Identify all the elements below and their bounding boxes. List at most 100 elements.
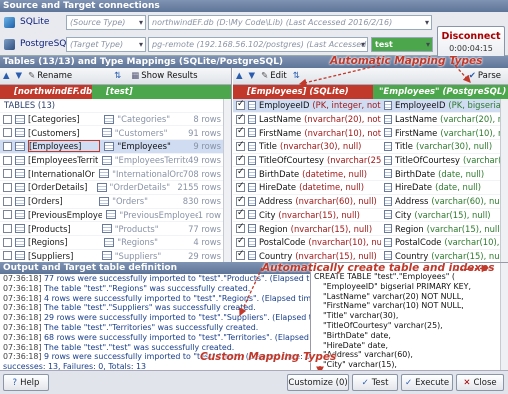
column-mapping-row[interactable]: City(nvarchar(15), null)City(varchar(15)… [233,209,508,223]
help-icon: ? [12,377,18,388]
table-row[interactable]: [Customers] "Customers" 91 rows [0,126,231,141]
log-list: 07:36:18] 77 rows were successfully impo… [0,274,310,362]
table-icon [99,196,110,206]
close-icon: ✕ [463,377,471,388]
table-row[interactable]: [Products] "Products" 77 rows [0,222,231,236]
column-icon [248,128,256,138]
customize-button[interactable]: Customize (0) [287,374,349,391]
nav-down-icon[interactable]: ▼ [246,71,259,81]
table-row[interactable]: [Orders] "Orders" 830 rows [0,195,231,209]
source-table-name: [PreviousEmployees] [28,209,103,220]
source-type-select[interactable]: (Source Type) [66,15,146,30]
edit-button[interactable]: ✎ Edit [258,71,290,81]
sql-scrollbar[interactable] [500,263,508,371]
column-checkbox[interactable] [236,236,245,247]
column-checkbox[interactable] [236,195,245,206]
source-column-type: (nvarchar(10), not null) [304,127,381,138]
target-schema-select[interactable]: test [371,37,433,52]
column-mapping-row[interactable]: PostalCode(nvarchar(10), null)PostalCode… [233,236,508,250]
nav-up-icon[interactable]: ▲ [233,71,246,81]
log-entry: 07:36:18] 4 rows were successfully impor… [0,294,310,304]
table-checkbox[interactable] [3,251,12,261]
source-connection-select[interactable]: northwindEF.db (D:\My Code\Lib) (Last Ac… [148,15,432,30]
source-db-label [4,15,18,30]
table-icon [15,114,25,124]
table-sort-icon[interactable]: ⇅ [111,71,124,81]
table-checkbox[interactable] [3,237,12,247]
table-checkbox[interactable] [3,141,12,151]
column-mapping-row[interactable]: EmployeeID(PK, integer, not null)Employe… [233,99,508,113]
target-table-column: "Employees" (PostgreSQL) [373,85,508,99]
column-checkbox[interactable] [236,99,245,110]
target-connection-value: pg-remote (192.168.56.102/postgres) (Las… [152,40,367,49]
table-row[interactable]: [InternationalOrders] "InternationalOrder… [0,167,231,182]
annotation-auto-mapping: Automatic Mapping Types [330,55,483,67]
source-column-type: (nvarchar(15), null) [295,250,377,261]
table-icon [99,169,110,179]
column-checkbox[interactable] [236,181,245,192]
target-column-name: Title [395,141,413,152]
table-icon [15,128,25,138]
column-checkbox[interactable] [236,154,245,165]
table-icon [15,210,25,220]
table-checkbox[interactable] [3,114,12,124]
column-mapping-row[interactable]: FirstName(nvarchar(10), not null)FirstNa… [233,126,508,141]
table-checkbox[interactable] [3,196,12,206]
table-definition: CREATE TABLE "test"."Employees" ("Employ… [310,262,508,379]
column-checkbox[interactable] [236,222,245,234]
test-icon: ✓ [361,377,369,388]
table-row[interactable]: [Regions] "Regions" 4 rows [0,236,231,250]
source-column-name: HireDate [259,182,297,193]
table-checkbox[interactable] [3,224,12,234]
table-checkbox[interactable] [3,210,12,220]
column-mapping-row[interactable]: LastName(nvarchar(20), not null)LastName… [233,113,508,127]
table-checkbox[interactable] [3,169,12,179]
sql-list: CREATE TABLE "test"."Employees" ("Employ… [311,272,508,380]
table-row[interactable]: [PreviousEmployees]"PreviousEmployees"1 … [0,209,231,223]
column-mapping-row[interactable]: HireDate(datetime, null)HireDate(date, n… [233,181,508,195]
column-checkbox[interactable] [236,250,245,261]
rename-button[interactable]: ✎ Rename [25,71,75,81]
target-column-name: Address [395,196,429,207]
source-table-name: [OrderDetails] [28,182,88,193]
parse-button[interactable]: ✔ Parse [466,71,504,81]
source-column-type: (nvarchar(10), null) [308,237,381,248]
nav-up-icon[interactable]: ▲ [0,71,13,81]
table-icon [15,251,25,261]
show-results-button[interactable]: ▦ Show Results [128,71,200,81]
table-checkbox[interactable] [3,155,12,165]
table-row[interactable]: [Employees] "Employees" 9 rows [0,140,231,154]
table-row[interactable]: [EmployeesTerritories] "EmployeesTerritor… [0,154,231,168]
edit-icon: ✎ [261,71,269,81]
help-button[interactable]: ? Help [3,374,49,391]
table-row[interactable]: [OrderDetails] "OrderDetails" 2155 rows [0,181,231,195]
table-checkbox[interactable] [3,128,12,138]
close-button[interactable]: ✕ Close [456,374,504,391]
tables-scrollbar[interactable] [223,99,231,262]
test-button[interactable]: ✓ Test [352,374,398,391]
column-mapping-row[interactable]: Address(nvarchar(60), null)Address(varch… [233,195,508,209]
column-checkbox[interactable] [236,167,245,179]
column-checkbox[interactable] [236,113,245,124]
column-checkbox[interactable] [236,126,245,138]
column-icon [384,224,392,234]
nav-down-icon[interactable]: ▼ [13,71,26,81]
column-icon [248,100,256,110]
column-icon [384,237,392,247]
columns-scrollbar[interactable] [500,99,508,262]
target-type-select[interactable]: (Target Type) [66,37,146,52]
column-checkbox[interactable] [236,209,245,220]
target-column-name: HireDate [395,182,433,193]
rename-label: Rename [37,71,73,81]
annotation-custom-mapping: Custom Mapping Types [200,351,337,363]
target-connection-select[interactable]: pg-remote (192.168.56.102/postgres) (Las… [148,37,368,52]
column-mapping-row[interactable]: Title(nvarchar(30), null)Title(varchar(3… [233,140,508,154]
column-mapping-row[interactable]: Region(nvarchar(15), null)Region(varchar… [233,222,508,236]
execute-button[interactable]: ✓ Execute [401,374,453,391]
table-checkbox[interactable] [3,182,12,192]
table-row[interactable]: [Categories] "Categories" 8 rows [0,113,231,127]
column-sort-icon[interactable]: ⇅ [290,71,303,81]
column-checkbox[interactable] [236,140,245,151]
column-mapping-row[interactable]: BirthDate(datetime, null)BirthDate(date,… [233,167,508,182]
column-mapping-row[interactable]: TitleOfCourtesy(nvarchar(25), nuTitleOfC… [233,154,508,168]
